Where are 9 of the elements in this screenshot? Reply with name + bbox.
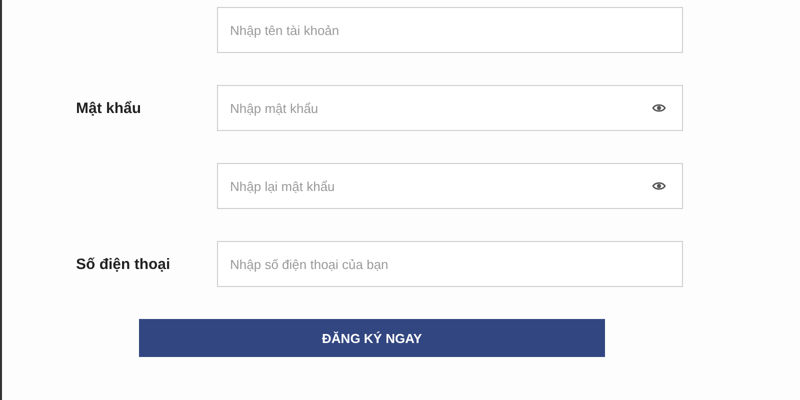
field-label: Mật khẩu [76,100,142,116]
eye-icon[interactable] [652,181,666,191]
input-field[interactable]: Nhập lại mật khẩu [217,163,683,209]
input-field[interactable]: Nhập số điện thoại của bạn [217,241,683,287]
input-field[interactable]: Nhập tên tài khoản [217,7,683,53]
eye-icon[interactable] [652,103,666,113]
field-label: Số điện thoại [76,256,170,272]
input-field[interactable]: Nhập mật khẩu [217,85,683,131]
register-button[interactable]: ĐĂNG KÝ NGAY [139,319,605,357]
